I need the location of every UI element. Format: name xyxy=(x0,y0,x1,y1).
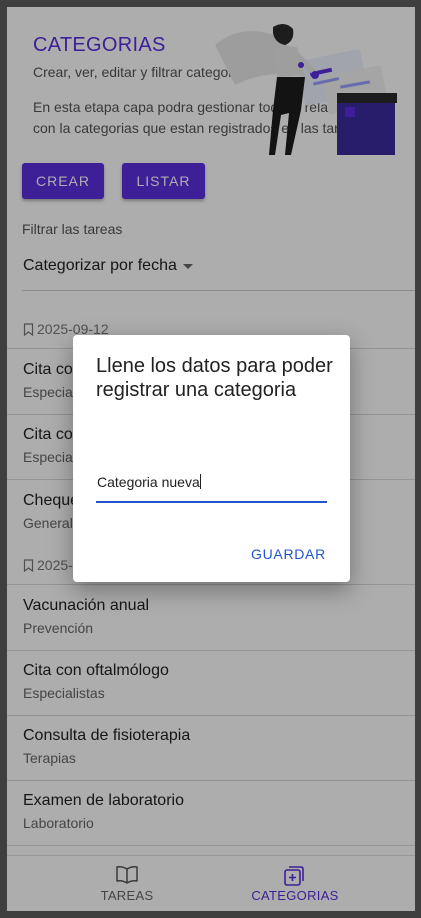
save-button[interactable]: GUARDAR xyxy=(245,542,332,566)
text-cursor xyxy=(199,474,201,489)
app-screen: CATEGORIAS Crear, ver, editar y filtrar … xyxy=(7,7,415,911)
dialog-title: Llene los datos para poder registrar una… xyxy=(96,355,333,401)
input-underline xyxy=(96,501,327,503)
create-category-dialog: Llene los datos para poder registrar una… xyxy=(73,335,350,582)
category-name-input[interactable]: Categoria nueva xyxy=(97,474,201,490)
category-name-value: Categoria nueva xyxy=(97,474,200,490)
